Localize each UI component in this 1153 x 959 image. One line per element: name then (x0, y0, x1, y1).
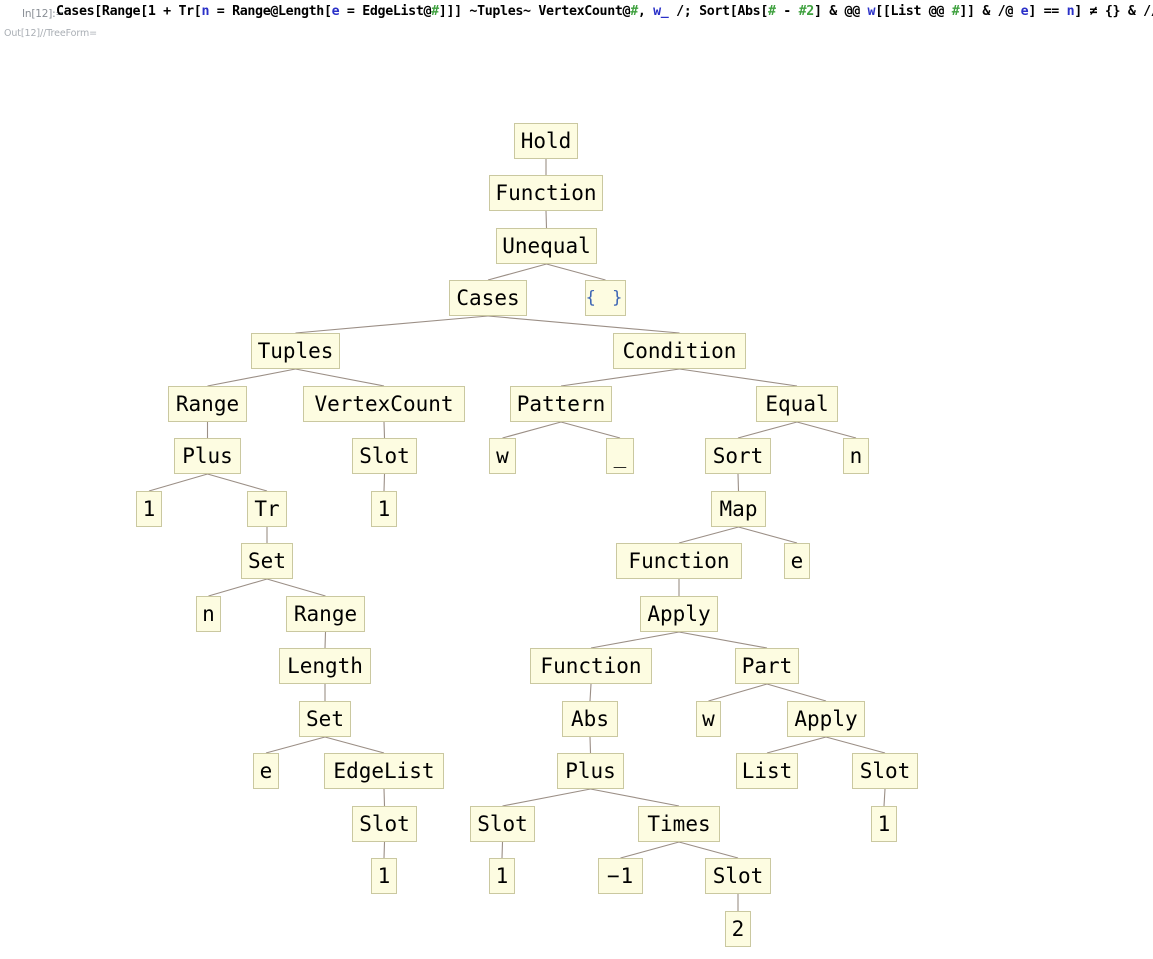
tree-edge-set1-to-range2 (266, 578, 326, 597)
tree-node-n_right[interactable]: n (843, 438, 869, 474)
tree-node-abs[interactable]: Abs (562, 701, 618, 737)
tree-node-range1[interactable]: Range (168, 386, 247, 422)
tree-edge-part-to-w_part (708, 683, 768, 702)
tree-edge-plus2-to-slot_plus (502, 788, 591, 807)
tree-edge-abs-to-plus2 (589, 736, 592, 754)
tree-edge-cases-to-tuples (295, 315, 489, 334)
tree-node-e_map[interactable]: e (784, 543, 810, 579)
tree-edge-pattern-to-blank (560, 421, 621, 439)
tree-node-function3[interactable]: Function (530, 648, 652, 684)
tree-edge-tuples-to-range1 (207, 368, 296, 387)
tree-edge-apply2-to-list (766, 736, 827, 754)
tree-node-list[interactable]: List (736, 753, 798, 789)
tree-edge-unequal-to-cases (487, 263, 547, 281)
tree-edge-set2-to-edgelist (324, 736, 385, 754)
tree-edge-slot_edge-to-one_el (383, 841, 386, 859)
tree-edge-sort-to-map (737, 473, 740, 492)
tree-edge-times-to-minusone (620, 841, 680, 859)
tree-node-one_plus[interactable]: 1 (136, 491, 162, 527)
tree-edge-apply1-to-part (678, 631, 768, 649)
tree-edge-times-to-slot_times (678, 841, 739, 859)
tree-edge-part-to-apply2 (766, 683, 827, 702)
tree-edge-slot_list-to-one_sl (883, 788, 886, 807)
tree-node-tuples[interactable]: Tuples (251, 333, 340, 369)
tree-node-times[interactable]: Times (638, 806, 720, 842)
tree-edge-unequal-to-emptylist (546, 263, 606, 281)
tree-node-e_set[interactable]: e (253, 753, 279, 789)
tree-edge-cases-to-condition (487, 315, 680, 334)
tree-edge-set2-to-e_set (265, 736, 326, 754)
tree-edge-slot_plus-to-one_sp (501, 841, 504, 859)
tree-edge-edgelist-to-slot_edge (383, 788, 386, 807)
tree-edge-map-to-function2 (678, 526, 739, 544)
tree-edge-range2-to-length (324, 631, 327, 649)
tree-node-slot_plus[interactable]: Slot (470, 806, 535, 842)
tree-node-edgelist[interactable]: EdgeList (324, 753, 444, 789)
tree-edge-equal-to-n_right (796, 421, 857, 439)
tree-node-hold[interactable]: Hold (514, 123, 578, 159)
tree-node-cases[interactable]: Cases (449, 280, 527, 316)
tree-node-slot_edge[interactable]: Slot (352, 806, 417, 842)
tree-node-one_sl[interactable]: 1 (871, 806, 897, 842)
tree-edge-tuples-to-vertexcount (295, 368, 385, 387)
tree-node-one_vc[interactable]: 1 (371, 491, 397, 527)
tree-node-part[interactable]: Part (735, 648, 799, 684)
tree-node-slot_vc[interactable]: Slot (352, 438, 417, 474)
treeform-output: Hold Function Unequal Cases { } Tuples Conditi… (0, 0, 1153, 959)
tree-node-equal[interactable]: Equal (756, 386, 838, 422)
tree-edge-set1-to-n_set (208, 578, 268, 597)
tree-node-n_set[interactable]: n (196, 596, 221, 632)
tree-node-one_sp[interactable]: 1 (489, 858, 515, 894)
tree-node-slot_times[interactable]: Slot (705, 858, 771, 894)
tree-node-function2[interactable]: Function (616, 543, 742, 579)
tree-edge-condition-to-pattern (560, 368, 680, 387)
tree-edge-equal-to-sort (737, 421, 798, 439)
tree-node-plus1[interactable]: Plus (174, 438, 241, 474)
tree-node-set2[interactable]: Set (299, 701, 351, 737)
tree-node-range2[interactable]: Range (286, 596, 365, 632)
tree-node-w_part[interactable]: w (696, 701, 721, 737)
tree-edge-map-to-e_map (738, 526, 798, 544)
tree-edge-pattern-to-w1 (502, 421, 562, 439)
tree-node-apply1[interactable]: Apply (640, 596, 718, 632)
tree-node-minusone[interactable]: −1 (598, 858, 643, 894)
tree-node-vertexcount[interactable]: VertexCount (303, 386, 465, 422)
tree-node-map[interactable]: Map (711, 491, 766, 527)
tree-node-slot_list[interactable]: Slot (852, 753, 918, 789)
tree-node-w1[interactable]: w (489, 438, 516, 474)
tree-node-plus2[interactable]: Plus (557, 753, 624, 789)
tree-node-tr[interactable]: Tr (247, 491, 287, 527)
tree-edge-function3-to-abs (589, 683, 592, 702)
tree-node-set1[interactable]: Set (241, 543, 293, 579)
tree-node-unequal[interactable]: Unequal (496, 228, 597, 264)
tree-node-pattern[interactable]: Pattern (510, 386, 612, 422)
tree-node-condition[interactable]: Condition (613, 333, 746, 369)
tree-node-sort[interactable]: Sort (705, 438, 771, 474)
tree-edge-condition-to-equal (679, 368, 798, 387)
tree-edge-function1-to-unequal (545, 210, 548, 229)
tree-node-blank[interactable]: _ (606, 438, 634, 474)
tree-edge-apply1-to-function3 (590, 631, 680, 649)
tree-node-apply2[interactable]: Apply (787, 701, 865, 737)
tree-edge-slot_vc-to-one_vc (383, 473, 386, 492)
tree-edge-apply2-to-slot_list (825, 736, 886, 754)
tree-edge-vertexcount-to-slot_vc (383, 421, 386, 439)
tree-node-two[interactable]: 2 (725, 911, 751, 947)
tree-edge-plus1-to-one_plus (148, 473, 208, 492)
tree-edge-plus2-to-times (590, 788, 680, 807)
tree-node-function1[interactable]: Function (489, 175, 603, 211)
tree-node-emptylist[interactable]: { } (585, 280, 626, 316)
tree-node-one_el[interactable]: 1 (371, 858, 397, 894)
tree-node-length[interactable]: Length (279, 648, 371, 684)
tree-edge-plus1-to-tr (207, 473, 268, 492)
